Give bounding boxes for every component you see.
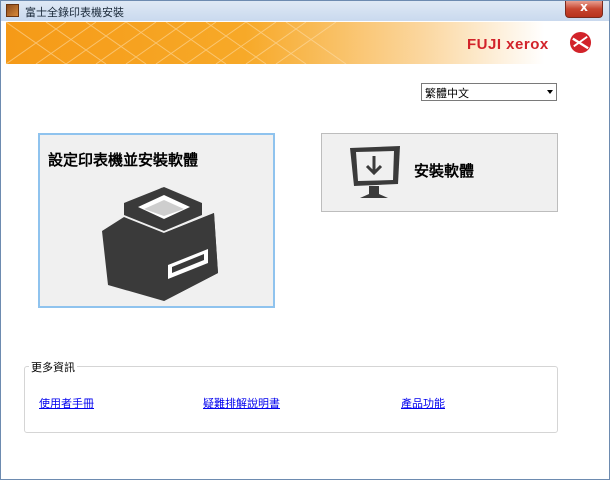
user-manual-link[interactable]: 使用者手冊 — [39, 395, 94, 411]
language-select[interactable]: 繁體中文 — [421, 83, 557, 101]
more-info-group — [24, 366, 558, 433]
monitor-download-icon — [350, 146, 400, 198]
chevron-down-icon[interactable] — [547, 90, 553, 94]
install-software-label: 安裝軟體 — [414, 162, 475, 180]
app-icon — [6, 4, 19, 17]
language-selected-value: 繁體中文 — [425, 87, 469, 100]
brand-logo-text: FUJI xerox — [467, 36, 549, 53]
printer-icon — [102, 187, 218, 301]
troubleshooting-guide-link[interactable]: 疑難排解說明書 — [203, 395, 280, 411]
product-features-link[interactable]: 產品功能 — [401, 395, 445, 411]
close-icon: x — [580, 0, 588, 14]
xerox-ball-icon — [569, 31, 592, 54]
title-bar[interactable]: 富士全錄印表機安裝 x — [1, 0, 609, 21]
close-button[interactable]: x — [565, 0, 603, 18]
install-software-button[interactable]: 安裝軟體 — [321, 133, 558, 212]
setup-printer-label: 設定印表機並安裝軟體 — [48, 151, 199, 169]
installer-window: 富士全錄印表機安裝 x FUJI xerox 繁體中文 設定印表機並安裝軟體 安… — [0, 0, 610, 480]
setup-printer-button[interactable]: 設定印表機並安裝軟體 — [38, 133, 275, 308]
window-title: 富士全錄印表機安裝 — [25, 6, 124, 19]
more-info-legend: 更多資訊 — [29, 359, 77, 375]
